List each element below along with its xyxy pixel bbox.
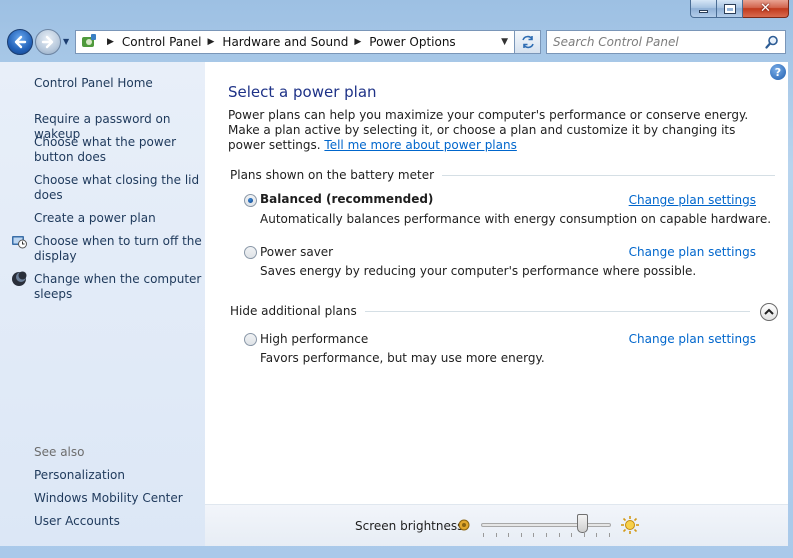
sidebar-item-user-accounts[interactable]: User Accounts bbox=[34, 514, 202, 529]
brightness-slider-thumb[interactable] bbox=[576, 514, 588, 533]
sidebar-control-panel-home[interactable]: Control Panel Home bbox=[34, 76, 202, 91]
address-dropdown-icon[interactable]: ▼ bbox=[501, 37, 508, 47]
radio-high-performance[interactable] bbox=[244, 333, 257, 346]
sleep-moon-icon bbox=[12, 271, 27, 286]
minimize-button[interactable] bbox=[690, 0, 717, 18]
brightness-bar: Screen brightness: bbox=[205, 504, 788, 546]
radio-balanced[interactable] bbox=[244, 194, 257, 207]
control-panel-icon bbox=[79, 32, 99, 52]
close-button[interactable]: ✕ bbox=[743, 0, 789, 18]
change-plan-settings-high-performance[interactable]: Change plan settings bbox=[629, 332, 756, 346]
slider-tick bbox=[609, 533, 610, 537]
window-frame: ✕ ▼ ▶ Control Panel ▶ Hardware and Sound… bbox=[0, 0, 793, 558]
search-box[interactable] bbox=[546, 30, 786, 54]
sidebar-item-computer-sleeps[interactable]: Change when the computer sleeps bbox=[34, 272, 202, 302]
maximize-button[interactable] bbox=[717, 0, 743, 18]
forward-arrow-icon bbox=[41, 35, 54, 49]
additional-plans-group-header[interactable]: Hide additional plans bbox=[230, 304, 750, 318]
sidebar-item-mobility-center[interactable]: Windows Mobility Center bbox=[34, 491, 202, 506]
slider-tick bbox=[583, 533, 585, 537]
additional-plans-group-label[interactable]: Hide additional plans bbox=[230, 304, 357, 318]
recent-pages-dropdown-icon[interactable]: ▼ bbox=[63, 37, 69, 46]
minimize-icon bbox=[699, 10, 708, 13]
breadcrumb-hardware-and-sound[interactable]: Hardware and Sound bbox=[222, 35, 348, 49]
see-also-heading: See also bbox=[34, 445, 85, 459]
brightness-label: Screen brightness: bbox=[355, 519, 468, 533]
sidebar-item-personalization[interactable]: Personalization bbox=[34, 468, 202, 483]
search-input[interactable] bbox=[553, 32, 763, 52]
plan-name-power-saver[interactable]: Power saver bbox=[260, 245, 333, 259]
group-divider bbox=[442, 174, 775, 176]
battery-plans-group-header: Plans shown on the battery meter bbox=[230, 168, 775, 182]
navigation-bar: ▼ ▶ Control Panel ▶ Hardware and Sound ▶… bbox=[0, 24, 793, 60]
slider-tick bbox=[558, 533, 560, 537]
plan-desc-high-performance: Favors performance, but may use more ene… bbox=[260, 351, 545, 365]
intro-paragraph: Power plans can help you maximize your c… bbox=[228, 108, 768, 153]
slider-tick bbox=[508, 533, 510, 537]
bright-sun-icon bbox=[621, 516, 639, 534]
back-button[interactable] bbox=[7, 29, 33, 55]
dim-brightness-icon bbox=[458, 519, 470, 531]
group-divider bbox=[364, 310, 750, 312]
refresh-icon bbox=[521, 35, 534, 49]
sidebar-item-create-plan[interactable]: Create a power plan bbox=[34, 211, 202, 226]
address-bar[interactable]: ▶ Control Panel ▶ Hardware and Sound ▶ P… bbox=[75, 30, 515, 54]
chevron-up-icon bbox=[764, 308, 774, 315]
plan-name-balanced[interactable]: Balanced (recommended) bbox=[260, 192, 433, 206]
window-caption-buttons: ✕ bbox=[690, 0, 789, 18]
sidebar-item-turn-off-display[interactable]: Choose when to turn off the display bbox=[34, 234, 202, 264]
plan-desc-balanced: Automatically balances performance with … bbox=[260, 212, 772, 226]
page-title: Select a power plan bbox=[228, 83, 377, 101]
breadcrumb-separator-icon[interactable]: ▶ bbox=[354, 37, 361, 47]
help-icon[interactable]: ? bbox=[770, 64, 786, 80]
search-icon[interactable] bbox=[763, 33, 781, 51]
sidebar-item-power-button[interactable]: Choose what the power button does bbox=[34, 135, 202, 165]
display-clock-icon bbox=[12, 236, 27, 249]
slider-tick bbox=[483, 533, 484, 537]
back-arrow-icon bbox=[14, 35, 27, 49]
brightness-slider-track[interactable] bbox=[481, 523, 611, 527]
plan-desc-power-saver: Saves energy by reducing your computer's… bbox=[260, 264, 697, 278]
radio-power-saver[interactable] bbox=[244, 246, 257, 259]
brightness-slider-ticks bbox=[483, 533, 610, 538]
breadcrumb-control-panel[interactable]: Control Panel bbox=[122, 35, 202, 49]
forward-button[interactable] bbox=[35, 29, 61, 55]
slider-tick bbox=[495, 533, 497, 537]
tell-me-more-link[interactable]: Tell me more about power plans bbox=[324, 138, 516, 152]
collapse-plans-button[interactable] bbox=[760, 303, 778, 321]
slider-tick bbox=[520, 533, 522, 537]
slider-tick bbox=[571, 533, 573, 537]
slider-tick bbox=[546, 533, 547, 537]
change-plan-settings-power-saver[interactable]: Change plan settings bbox=[629, 245, 756, 259]
breadcrumb-separator-icon[interactable]: ▶ bbox=[208, 37, 215, 47]
close-icon: ✕ bbox=[760, 1, 771, 16]
battery-plans-group-label: Plans shown on the battery meter bbox=[230, 168, 435, 182]
plan-name-high-performance[interactable]: High performance bbox=[260, 332, 368, 346]
refresh-button[interactable] bbox=[515, 30, 541, 54]
content-area: Control Panel Home Require a password on… bbox=[0, 62, 788, 546]
main-panel: ? Select a power plan Power plans can he… bbox=[205, 62, 788, 546]
slider-tick bbox=[596, 533, 598, 537]
sidebar-item-closing-lid[interactable]: Choose what closing the lid does bbox=[34, 173, 202, 203]
breadcrumb-power-options[interactable]: Power Options bbox=[369, 35, 455, 49]
change-plan-settings-balanced[interactable]: Change plan settings bbox=[629, 193, 756, 207]
sidebar: Control Panel Home Require a password on… bbox=[0, 62, 205, 546]
slider-tick bbox=[533, 533, 535, 537]
maximize-icon bbox=[723, 3, 736, 14]
breadcrumb-separator-icon[interactable]: ▶ bbox=[107, 37, 114, 47]
